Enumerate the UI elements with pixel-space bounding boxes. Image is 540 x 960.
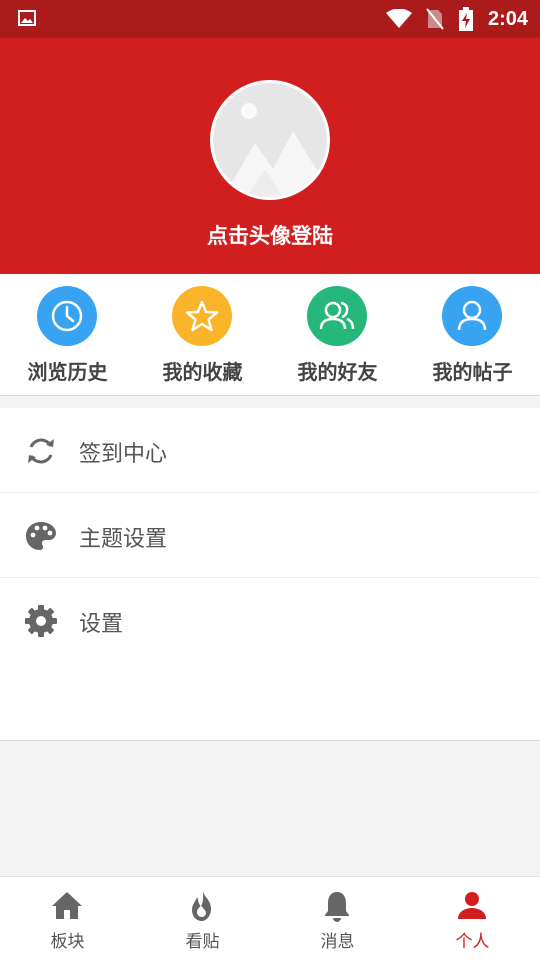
sync-icon xyxy=(28,438,54,464)
home-icon xyxy=(52,892,82,919)
settings-menu: 签到中心 主题设置 设置 xyxy=(0,408,540,741)
palette-icon xyxy=(26,522,56,550)
status-time: 2:04 xyxy=(487,7,528,30)
quick-friends[interactable]: 我的好友 xyxy=(270,286,405,391)
image-icon xyxy=(18,10,36,26)
quick-my-posts[interactable]: 我的帖子 xyxy=(405,286,540,391)
friends-icon xyxy=(307,286,367,346)
tab-label: 消息 xyxy=(320,932,355,952)
tab-label: 个人 xyxy=(455,932,490,952)
tab-posts[interactable]: 看贴 xyxy=(135,877,270,960)
bell-icon xyxy=(325,892,349,922)
menu-item-checkin[interactable]: 签到中心 xyxy=(0,408,540,493)
tab-label: 看贴 xyxy=(185,932,220,952)
quick-label: 我的帖子 xyxy=(432,360,513,384)
flame-icon xyxy=(192,891,211,921)
login-prompt[interactable]: 点击头像登陆 xyxy=(0,220,540,250)
user-icon xyxy=(442,286,502,346)
quick-label: 我的收藏 xyxy=(162,360,243,384)
quick-actions: 浏览历史 我的收藏 我的好友 我的帖子 xyxy=(0,274,540,396)
menu-label: 设置 xyxy=(79,612,124,637)
star-icon xyxy=(172,286,232,346)
battery-charging-icon xyxy=(458,7,473,31)
quick-label: 我的好友 xyxy=(297,360,378,384)
tab-messages[interactable]: 消息 xyxy=(270,877,405,960)
gear-icon xyxy=(25,605,57,637)
bottom-tab-bar: 板块 看贴 消息 个人 xyxy=(0,876,540,960)
tab-label: 板块 xyxy=(50,932,85,952)
menu-item-theme[interactable]: 主题设置 xyxy=(0,493,540,578)
menu-item-settings[interactable]: 设置 xyxy=(0,578,540,663)
no-sim-icon xyxy=(426,8,444,30)
person-icon xyxy=(458,892,486,919)
avatar[interactable] xyxy=(210,80,330,200)
profile-header: 点击头像登陆 xyxy=(0,38,540,274)
menu-label: 签到中心 xyxy=(79,442,168,467)
menu-label: 主题设置 xyxy=(79,527,168,552)
tab-boards[interactable]: 板块 xyxy=(0,877,135,960)
quick-favorites[interactable]: 我的收藏 xyxy=(135,286,270,391)
image-placeholder-icon xyxy=(213,83,327,197)
status-bar: 2:04 xyxy=(0,0,540,38)
clock-icon xyxy=(37,286,97,346)
quick-browse-history[interactable]: 浏览历史 xyxy=(0,286,135,391)
tab-personal[interactable]: 个人 xyxy=(405,877,540,960)
quick-label: 浏览历史 xyxy=(27,360,108,384)
wifi-icon xyxy=(385,9,412,28)
